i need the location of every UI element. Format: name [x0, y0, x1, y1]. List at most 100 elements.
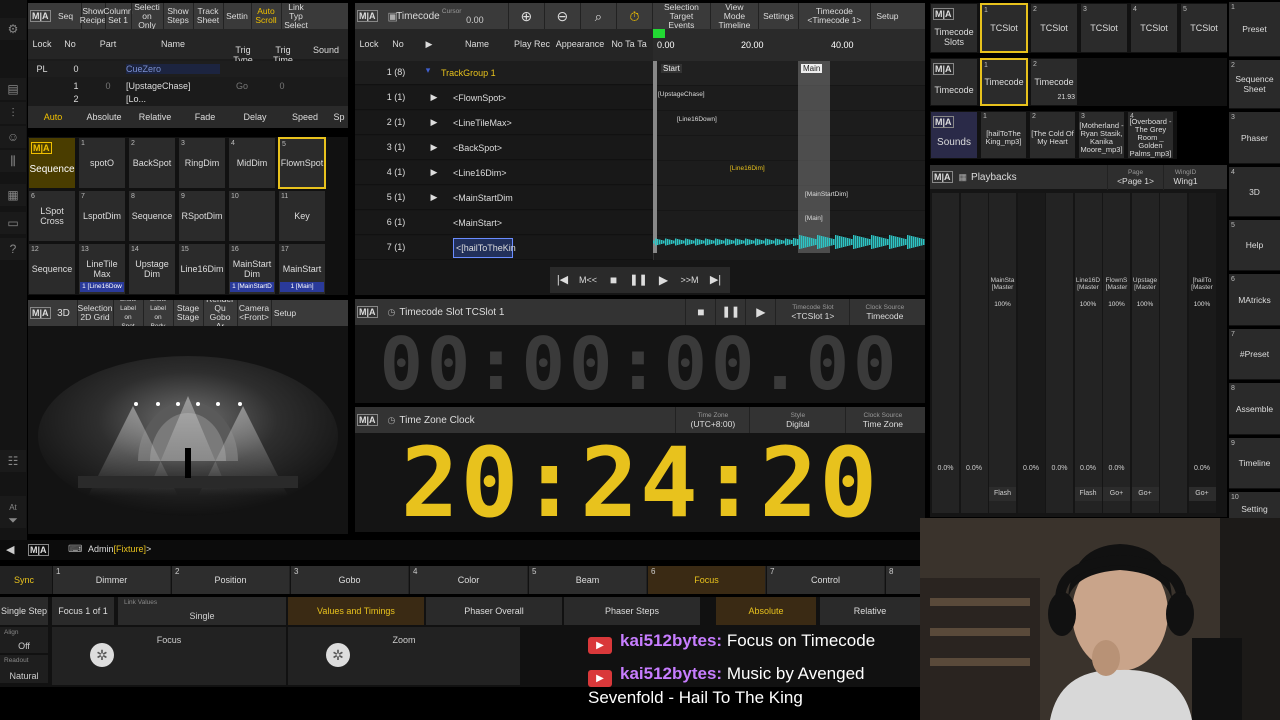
sequence-pool-item[interactable]: 6 LSpot Cross — [28, 190, 76, 242]
feature-tab[interactable]: 1 Dimmer — [52, 566, 170, 594]
layout-icon[interactable]: ▤ — [0, 78, 26, 100]
playback-button[interactable]: Flash — [989, 487, 1016, 501]
timecode-slot-item[interactable]: 3 TCSlot — [1080, 3, 1128, 53]
view-mode-button[interactable]: View Mode Timeline — [709, 3, 758, 29]
event-label[interactable]: [Line16Down] — [677, 116, 717, 123]
tab-relative[interactable]: Relative — [130, 106, 180, 128]
sequence-pool-item[interactable]: 16 MainStart Dim 1 [MainStartD — [228, 243, 276, 295]
collapse-icon[interactable]: ▾ — [421, 65, 435, 75]
sound-item[interactable]: 2 [The Cold Of My Heart — [1029, 111, 1076, 159]
tab-fade[interactable]: Fade — [180, 106, 230, 128]
encoder-focus[interactable]: Focus ✲ — [52, 627, 286, 685]
sequence-pool-item[interactable]: 15 Line16Dim — [178, 243, 226, 295]
show-label-body-button[interactable]: Show Label on Body — [142, 300, 173, 330]
view-button[interactable]: 4 3D — [1229, 167, 1280, 217]
values-timings-tab[interactable]: Values and Timings — [288, 597, 424, 625]
playback-button[interactable]: Go+ — [1131, 487, 1159, 501]
sequence-pool-item[interactable]: 17 MainStart 1 [Main] — [278, 243, 326, 295]
sound-item[interactable]: 3 [Motherland - Ryan Stasik, Kanika Moore… — [1078, 111, 1125, 159]
feature-tab[interactable]: 6 Focus — [647, 566, 765, 594]
sequence-pool-item[interactable]: 9 RSpotDim — [178, 190, 226, 242]
keyboard-icon[interactable]: ⌨ — [68, 544, 82, 555]
show-recipe-button[interactable]: Show Recipe — [80, 3, 106, 29]
event-label[interactable]: [Line16Dim] — [730, 165, 765, 172]
fader-strip[interactable] — [1131, 193, 1159, 513]
view-button[interactable]: 8 Assemble — [1229, 383, 1280, 435]
readout-button[interactable]: Readout Natural — [0, 655, 48, 683]
filter-icon[interactable]: ⏷ — [0, 512, 26, 528]
view-button[interactable]: 6 MAtricks — [1229, 274, 1280, 326]
sequence-pool-item[interactable]: 3 RingDim — [178, 137, 226, 189]
stop-button[interactable]: ■ — [601, 267, 626, 293]
event-label[interactable]: [UpstageChase] — [658, 91, 705, 98]
encoder-knob-icon[interactable]: ✲ — [326, 643, 350, 667]
sequence-pool-item[interactable]: 2 BackSpot — [128, 137, 176, 189]
feature-tab[interactable]: 5 Beam — [528, 566, 646, 594]
timecode-select-button[interactable]: Timecode <Timecode 1> — [797, 3, 870, 29]
audio-waveform[interactable] — [653, 231, 925, 253]
tab-sp[interactable]: Sp — [330, 106, 348, 128]
selection-target-button[interactable]: Selection Target Events — [651, 3, 710, 29]
monitor-icon[interactable]: ▭ — [0, 212, 26, 234]
tab-absolute[interactable]: Absolute — [78, 106, 130, 128]
auto-scroll-button[interactable]: Auto Scroll — [250, 3, 281, 29]
relative-button[interactable]: Relative — [820, 597, 920, 625]
zoom-out-icon[interactable]: ⊖ — [543, 3, 580, 29]
selection-grid-button[interactable]: Selection 2D Grid — [76, 300, 113, 326]
absolute-button[interactable]: Absolute — [716, 597, 816, 625]
feature-tab[interactable]: 3 Gobo — [290, 566, 408, 594]
table-row[interactable]: 2 [Lo... — [28, 94, 348, 104]
command-prompt[interactable]: Admin[Fixture]> — [88, 544, 151, 554]
table-row[interactable]: 1 0 [UpstageChase] Go 0 — [28, 78, 348, 94]
timecode-slot-item[interactable]: 4 TCSlot — [1130, 3, 1178, 53]
settings-button[interactable]: Settings — [757, 3, 798, 29]
timecode-slot-item[interactable]: 5 TCSlot — [1180, 3, 1227, 53]
timer-icon[interactable]: ⏱ — [615, 3, 652, 29]
sequence-pool-item[interactable]: 12 Sequence — [28, 243, 76, 295]
table-row[interactable]: PL 0 CueZero — [28, 61, 348, 77]
encoder-knob-icon[interactable]: ✲ — [90, 643, 114, 667]
sequence-pool-item[interactable]: 8 Sequence — [128, 190, 176, 242]
camera-button[interactable]: Camera <Front> — [236, 300, 271, 326]
phaser-overall-tab[interactable]: Phaser Overall — [426, 597, 562, 625]
track-lane[interactable] — [653, 186, 925, 210]
link-type-button[interactable]: Link Typ Select — [280, 3, 311, 29]
table-row[interactable]: 5 (1) ▶ <MainStartDim — [355, 186, 925, 210]
setup-button[interactable]: Setup — [270, 300, 299, 326]
track-lane[interactable] — [653, 161, 925, 185]
fader-strip[interactable] — [1160, 193, 1187, 513]
sequence-pool-item[interactable]: 1 spotO — [78, 137, 126, 189]
go-to-end-button[interactable]: ▶| — [703, 267, 728, 293]
sequence-pool-item[interactable]: 4 MidDim — [228, 137, 276, 189]
grid-icon[interactable]: ▦ — [0, 184, 26, 206]
column-set-button[interactable]: Column Set 1 — [103, 3, 133, 29]
table-row[interactable]: 4 (1) ▶ <Line16Dim> — [355, 161, 925, 185]
3d-stage-render[interactable] — [28, 326, 348, 534]
pause-button[interactable]: ❚❚ — [626, 267, 651, 293]
fader-icon[interactable]: ⫼ — [0, 150, 26, 172]
tab-auto[interactable]: Auto — [28, 106, 78, 128]
expand-icon[interactable]: ▶ — [427, 142, 441, 152]
setup-button[interactable]: Setup — [869, 3, 904, 29]
prev-marker-button[interactable]: M<< — [575, 267, 601, 293]
sequence-pool-item[interactable]: 14 Upstage Dim — [128, 243, 176, 295]
sound-item[interactable]: 1 [hailToThe King_mp3] — [980, 111, 1027, 159]
start-marker-label[interactable]: Start — [661, 64, 682, 73]
track-lane[interactable] — [653, 136, 925, 160]
expand-icon[interactable]: ▶ — [427, 192, 441, 202]
main-marker-label[interactable]: Main — [801, 64, 823, 73]
view-button[interactable]: 3 Phaser — [1229, 112, 1280, 164]
table-row[interactable]: 2 (1) ▶ <LineTileMax> — [355, 111, 925, 135]
view-button[interactable]: 2 Sequence Sheet — [1229, 60, 1280, 109]
align-button[interactable]: Align Off — [0, 627, 48, 653]
selection-only-button[interactable]: Selecti on Only — [130, 3, 163, 29]
playback-button[interactable]: Flash — [1074, 487, 1102, 501]
timecode-item[interactable]: 1 Timecode — [980, 58, 1028, 106]
play-button[interactable]: ▶ — [651, 267, 676, 293]
expand-icon[interactable]: ▶ — [427, 92, 441, 102]
table-row[interactable]: 1 (1) ▶ <FlownSpot> — [355, 86, 925, 110]
playback-button[interactable]: Go+ — [1103, 487, 1130, 501]
view-button[interactable]: 7 #Preset — [1229, 329, 1280, 380]
feature-tab[interactable]: 7 Control — [766, 566, 884, 594]
sync-button[interactable]: Sync — [0, 566, 48, 594]
